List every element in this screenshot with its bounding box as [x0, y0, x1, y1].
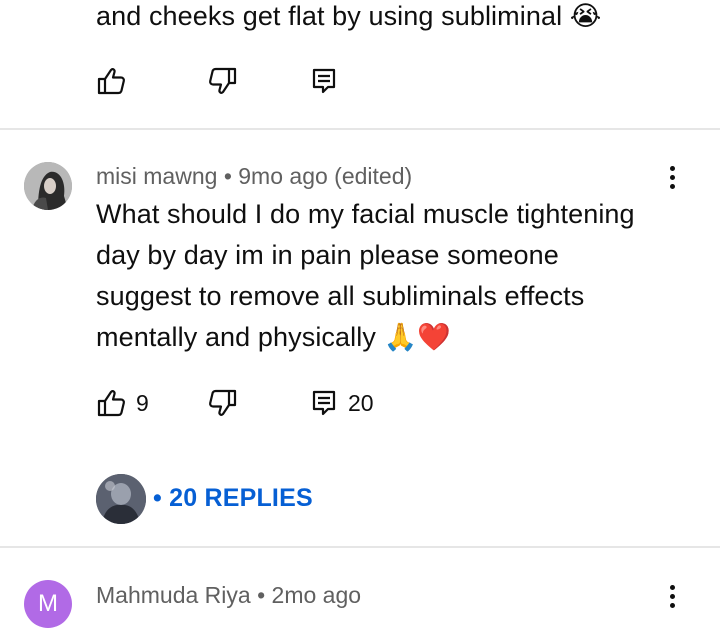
avatar-letter: M [38, 590, 58, 617]
comment-text: What should I do my facial muscle tighte… [96, 194, 635, 358]
thumb-up-icon[interactable] [96, 66, 128, 96]
meta-separator: • [223, 163, 232, 189]
author-name[interactable]: misi mawng [96, 163, 217, 189]
thumb-down-icon[interactable] [206, 388, 238, 418]
reply-icon[interactable] [312, 390, 336, 416]
comment-divider [0, 128, 720, 130]
avatar[interactable] [24, 162, 72, 210]
comment-line: What should I do my facial muscle tighte… [96, 199, 635, 229]
view-replies-button[interactable]: • 20 REPLIES [153, 484, 313, 513]
more-vert-icon[interactable] [668, 585, 676, 612]
replier-avatar-image [96, 474, 146, 524]
replier-avatar [96, 474, 146, 524]
like-count: 9 [136, 389, 149, 416]
avatar[interactable]: M [24, 580, 72, 628]
comment-text-top: and cheeks get flat by using subliminal … [96, 1, 602, 31]
more-vert-icon[interactable] [668, 166, 676, 193]
comment-line: mentally and physically 🙏❤️ [96, 322, 451, 352]
comment-time: 2mo ago [271, 582, 362, 608]
comment-line: day by day im in pain please someone [96, 240, 559, 270]
comment-meta: Mahmuda Riya • 2mo ago [96, 582, 361, 609]
reply-count: 20 [348, 389, 374, 416]
thumb-down-icon[interactable] [206, 66, 238, 96]
comment-line: suggest to remove all subliminals effect… [96, 281, 585, 311]
comment-time: 9mo ago (edited) [238, 163, 413, 189]
meta-separator: • [257, 582, 266, 608]
comment-actions-top [96, 66, 336, 96]
comment-actions: 9 20 [96, 388, 374, 418]
reply-icon[interactable] [312, 68, 336, 94]
comment-meta: misi mawng • 9mo ago (edited) [96, 163, 412, 190]
comment-divider [0, 546, 720, 548]
thumb-up-icon[interactable] [96, 388, 128, 418]
avatar-image [24, 162, 72, 210]
author-name[interactable]: Mahmuda Riya [96, 582, 251, 608]
